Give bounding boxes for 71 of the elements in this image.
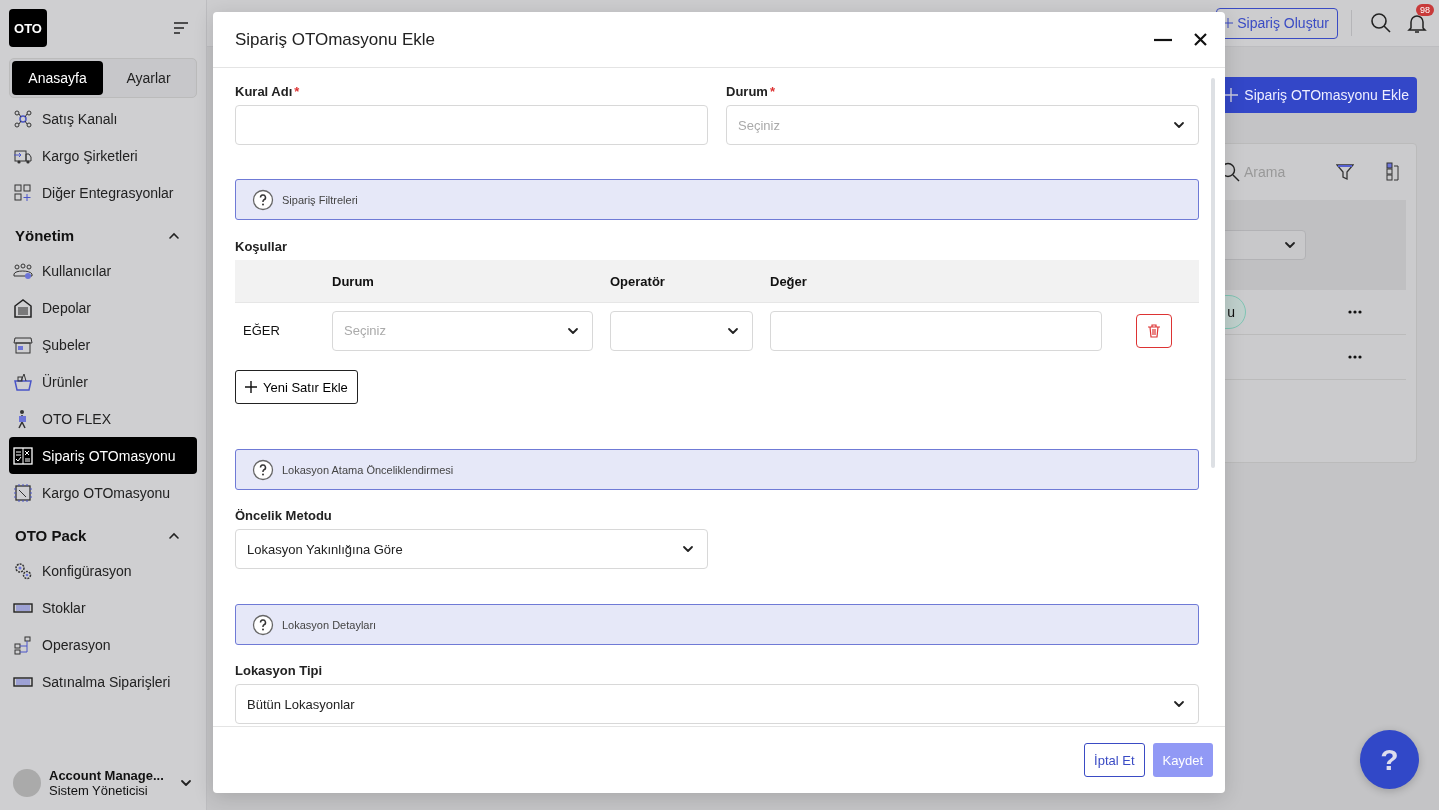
field-label: Öncelik Metodu [235,508,333,523]
store-icon [13,334,33,355]
plus-icon [1223,18,1234,28]
nav-item[interactable]: Kargo Şirketleri [9,137,197,174]
search-icon[interactable] [1370,12,1392,34]
required-mark: * [769,84,775,99]
more-icon[interactable] [1348,310,1362,314]
nav-item[interactable]: Konfigürasyon [9,552,197,589]
account-name: Account Manage... [49,768,165,783]
nav-item[interactable]: Kullanıcılar [9,252,197,289]
network-icon [13,108,33,129]
chip-icon [13,482,33,503]
plus-icon [1224,88,1239,102]
avatar [13,769,41,797]
nav-item[interactable]: Depolar [9,289,197,326]
condition-label: EĞER [242,323,281,338]
nav-item[interactable]: Satınalma Siparişleri [9,663,197,700]
nav-item[interactable]: Ürünler [9,363,197,400]
help-icon [252,188,274,211]
flow-icon [13,634,33,655]
warehouse-icon [13,297,33,318]
priority-select[interactable]: Lokasyon Yakınlığına Göre [235,529,708,569]
delete-button[interactable] [1136,313,1172,348]
nav-item[interactable]: Kargo OTOmasyonu [9,474,197,511]
notification-badge: 98 [1416,4,1434,16]
section-title: Yönetim [15,227,75,244]
rule-name-field[interactable] [235,105,708,145]
field-label: Lokasyon Tipi [235,663,324,678]
column-header: Durum [332,273,375,289]
column-header: Operatör [610,273,666,289]
tab[interactable]: Ayarlar [103,61,194,95]
bell-icon[interactable] [1406,12,1428,34]
nav-item[interactable]: Stoklar [9,589,197,626]
basket-icon [13,371,33,392]
nav-item[interactable]: Şubeler [9,326,197,363]
plus-icon [245,381,257,393]
info-text: Sipariş Filtreleri [282,193,358,206]
trash-icon [1148,323,1160,338]
required-mark: * [294,84,300,99]
account-role: Sistem Yöneticisi [49,783,149,798]
menu-icon[interactable] [174,22,188,34]
checklist-icon [13,445,33,466]
nav-item[interactable]: Operasyon [9,626,197,663]
help-icon [252,458,274,481]
help-icon [252,613,274,636]
column-header: Değer [770,273,808,289]
field-label: Kural Adı [235,84,293,99]
more-icon[interactable] [1348,355,1362,359]
nav-item[interactable]: Sipariş OTOmasyonu [9,437,197,474]
location-type-select[interactable]: Bütün Lokasyonlar [235,684,1199,724]
nav-item[interactable]: Diğer Entegrasyonlar [9,174,197,211]
close-icon[interactable] [1194,33,1207,46]
filter-icon[interactable] [1336,163,1354,181]
info-text: Lokasyon Detayları [282,618,377,631]
info-text: Lokasyon Atama Önceliklendirmesi [282,463,454,476]
gears-icon [13,560,33,581]
tab[interactable]: Anasayfa [12,61,103,95]
value-field[interactable] [770,310,1102,351]
field-label: Durum [726,84,768,99]
cancel-button[interactable]: İptal Et [1084,743,1145,777]
section-label: Koşullar [235,239,288,254]
nav-item[interactable]: OTO FLEX [9,400,197,437]
modal-title: Sipariş OTOmasyonu Ekle [235,29,435,50]
logo[interactable]: OTO [9,9,47,47]
section-title: OTO Pack [15,527,87,544]
nav-item[interactable]: Satış Kanalı [9,100,197,137]
grid-plus-icon [13,182,33,203]
add-row-button[interactable]: Yeni Satır Ekle [235,370,358,404]
columns-icon[interactable] [1386,162,1400,182]
users-icon [13,260,33,281]
minimize-icon[interactable] [1154,37,1172,42]
